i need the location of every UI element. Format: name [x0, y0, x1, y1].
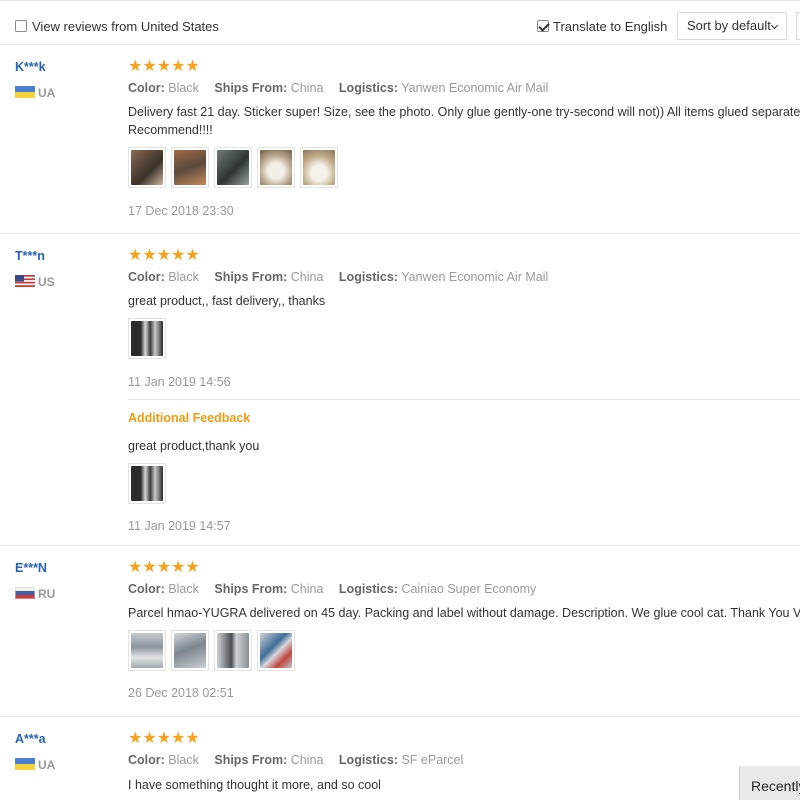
reviewer-name[interactable]: T***n [15, 249, 45, 263]
review-meta: Color: Black Ships From: China Logistics… [128, 270, 548, 284]
review-photo-thumbnail[interactable] [214, 147, 252, 188]
review-toolbar: View reviews from United States Translat… [0, 0, 800, 45]
review-photos [128, 147, 338, 188]
review-text-line: I have something thought it more, and so… [128, 778, 381, 792]
color-value: Black [168, 270, 199, 284]
color-label: Color: [128, 270, 165, 284]
review-text-line: Delivery fast 21 day. Sticker super! Siz… [128, 105, 800, 119]
logistics-label: Logistics: [338, 582, 398, 596]
review-meta: Color: Black Ships From: China Logistics… [128, 753, 463, 767]
star-rating: ★★★★★ [128, 559, 200, 576]
logistics-value: Yanwen Economic Air Mail [401, 81, 549, 95]
ua-flag-icon [15, 86, 35, 98]
review-photo-thumbnail[interactable] [171, 630, 209, 671]
sort-dropdown[interactable]: Sort by default [677, 12, 787, 40]
ships-from-value: China [290, 753, 324, 767]
logistics-label: Logistics: [338, 270, 398, 284]
review-photo-thumbnail[interactable] [257, 147, 295, 188]
review-photo-thumbnail[interactable] [128, 463, 166, 504]
translate-checkbox[interactable] [537, 20, 549, 32]
review-photo-thumbnail[interactable] [214, 630, 252, 671]
review-text-line: Parcel hmao-YUGRA delivered on 45 day. P… [128, 606, 800, 620]
divider [128, 399, 800, 400]
review-item: T***n US ★★★★★ Color: Black Ships From: … [0, 234, 800, 546]
review-photos [128, 630, 295, 671]
additional-feedback-title: Additional Feedback [128, 411, 251, 425]
reviewer-country: UA [38, 86, 56, 100]
review-meta: Color: Black Ships From: China Logistics… [128, 582, 536, 596]
ships-from-value: China [290, 81, 324, 95]
ships-from-label: Ships From: [214, 753, 288, 767]
color-label: Color: [128, 582, 165, 596]
review-date: 17 Dec 2018 23:30 [128, 204, 234, 218]
review-photo-thumbnail[interactable] [128, 630, 166, 671]
review-photo-thumbnail[interactable] [300, 147, 338, 188]
reviewer-country: UA [38, 758, 56, 772]
chevron-down-icon [770, 21, 779, 30]
reviewer-country: US [38, 275, 55, 289]
color-value: Black [168, 753, 199, 767]
ships-from-value: China [290, 270, 324, 284]
review-photo-thumbnail[interactable] [128, 147, 166, 188]
reviewer-name[interactable]: K***k [15, 60, 46, 74]
logistics-label: Logistics: [338, 81, 398, 95]
ships-from-label: Ships From: [214, 270, 288, 284]
color-value: Black [168, 81, 199, 95]
ua-flag-icon [15, 758, 35, 770]
logistics-value: SF eParcel [401, 753, 464, 767]
star-rating: ★★★★★ [128, 730, 200, 747]
review-date: 26 Dec 2018 02:51 [128, 686, 234, 700]
ships-from-label: Ships From: [214, 81, 288, 95]
logistics-label: Logistics: [338, 753, 398, 767]
color-value: Black [168, 582, 199, 596]
recently-viewed-button[interactable]: Recently [739, 766, 800, 800]
review-date: 11 Jan 2019 14:56 [128, 375, 231, 389]
star-rating: ★★★★★ [128, 247, 200, 264]
review-photo-thumbnail[interactable] [128, 318, 166, 359]
review-item: A***a UA ★★★★★ Color: Black Ships From: … [0, 717, 800, 800]
view-reviews-us-label[interactable]: View reviews from United States [32, 19, 219, 34]
reviewer-name[interactable]: E***N [15, 561, 47, 575]
review-photo-thumbnail[interactable] [171, 147, 209, 188]
star-rating: ★★★★★ [128, 58, 200, 75]
ru-flag-icon [15, 587, 35, 599]
us-flag-icon [15, 275, 35, 287]
review-photo-thumbnail[interactable] [257, 630, 295, 671]
review-item: E***N RU ★★★★★ Color: Black Ships From: … [0, 546, 800, 717]
toolbar-right-control[interactable] [796, 12, 800, 40]
reviewer-country: RU [38, 587, 56, 601]
color-label: Color: [128, 81, 165, 95]
additional-feedback-text: great product,thank you [128, 439, 260, 453]
additional-feedback-photos [128, 463, 166, 504]
ships-from-label: Ships From: [214, 582, 288, 596]
color-label: Color: [128, 753, 165, 767]
reviewer-name[interactable]: A***a [15, 732, 46, 746]
view-reviews-us-checkbox[interactable] [15, 20, 27, 32]
logistics-value: Cainiao Super Economy [401, 582, 537, 596]
review-photos [128, 318, 166, 359]
sort-dropdown-label: Sort by default [687, 18, 771, 33]
review-item: K***k UA ★★★★★ Color: Black Ships From: … [0, 45, 800, 234]
additional-feedback-date: 11 Jan 2019 14:57 [128, 519, 231, 533]
logistics-value: Yanwen Economic Air Mail [401, 270, 549, 284]
review-text-line: Recommend!!!! [128, 123, 213, 137]
ships-from-value: China [290, 582, 324, 596]
review-meta: Color: Black Ships From: China Logistics… [128, 81, 548, 95]
review-text-line: great product,, fast delivery,, thanks [128, 294, 326, 308]
translate-label[interactable]: Translate to English [553, 19, 667, 34]
